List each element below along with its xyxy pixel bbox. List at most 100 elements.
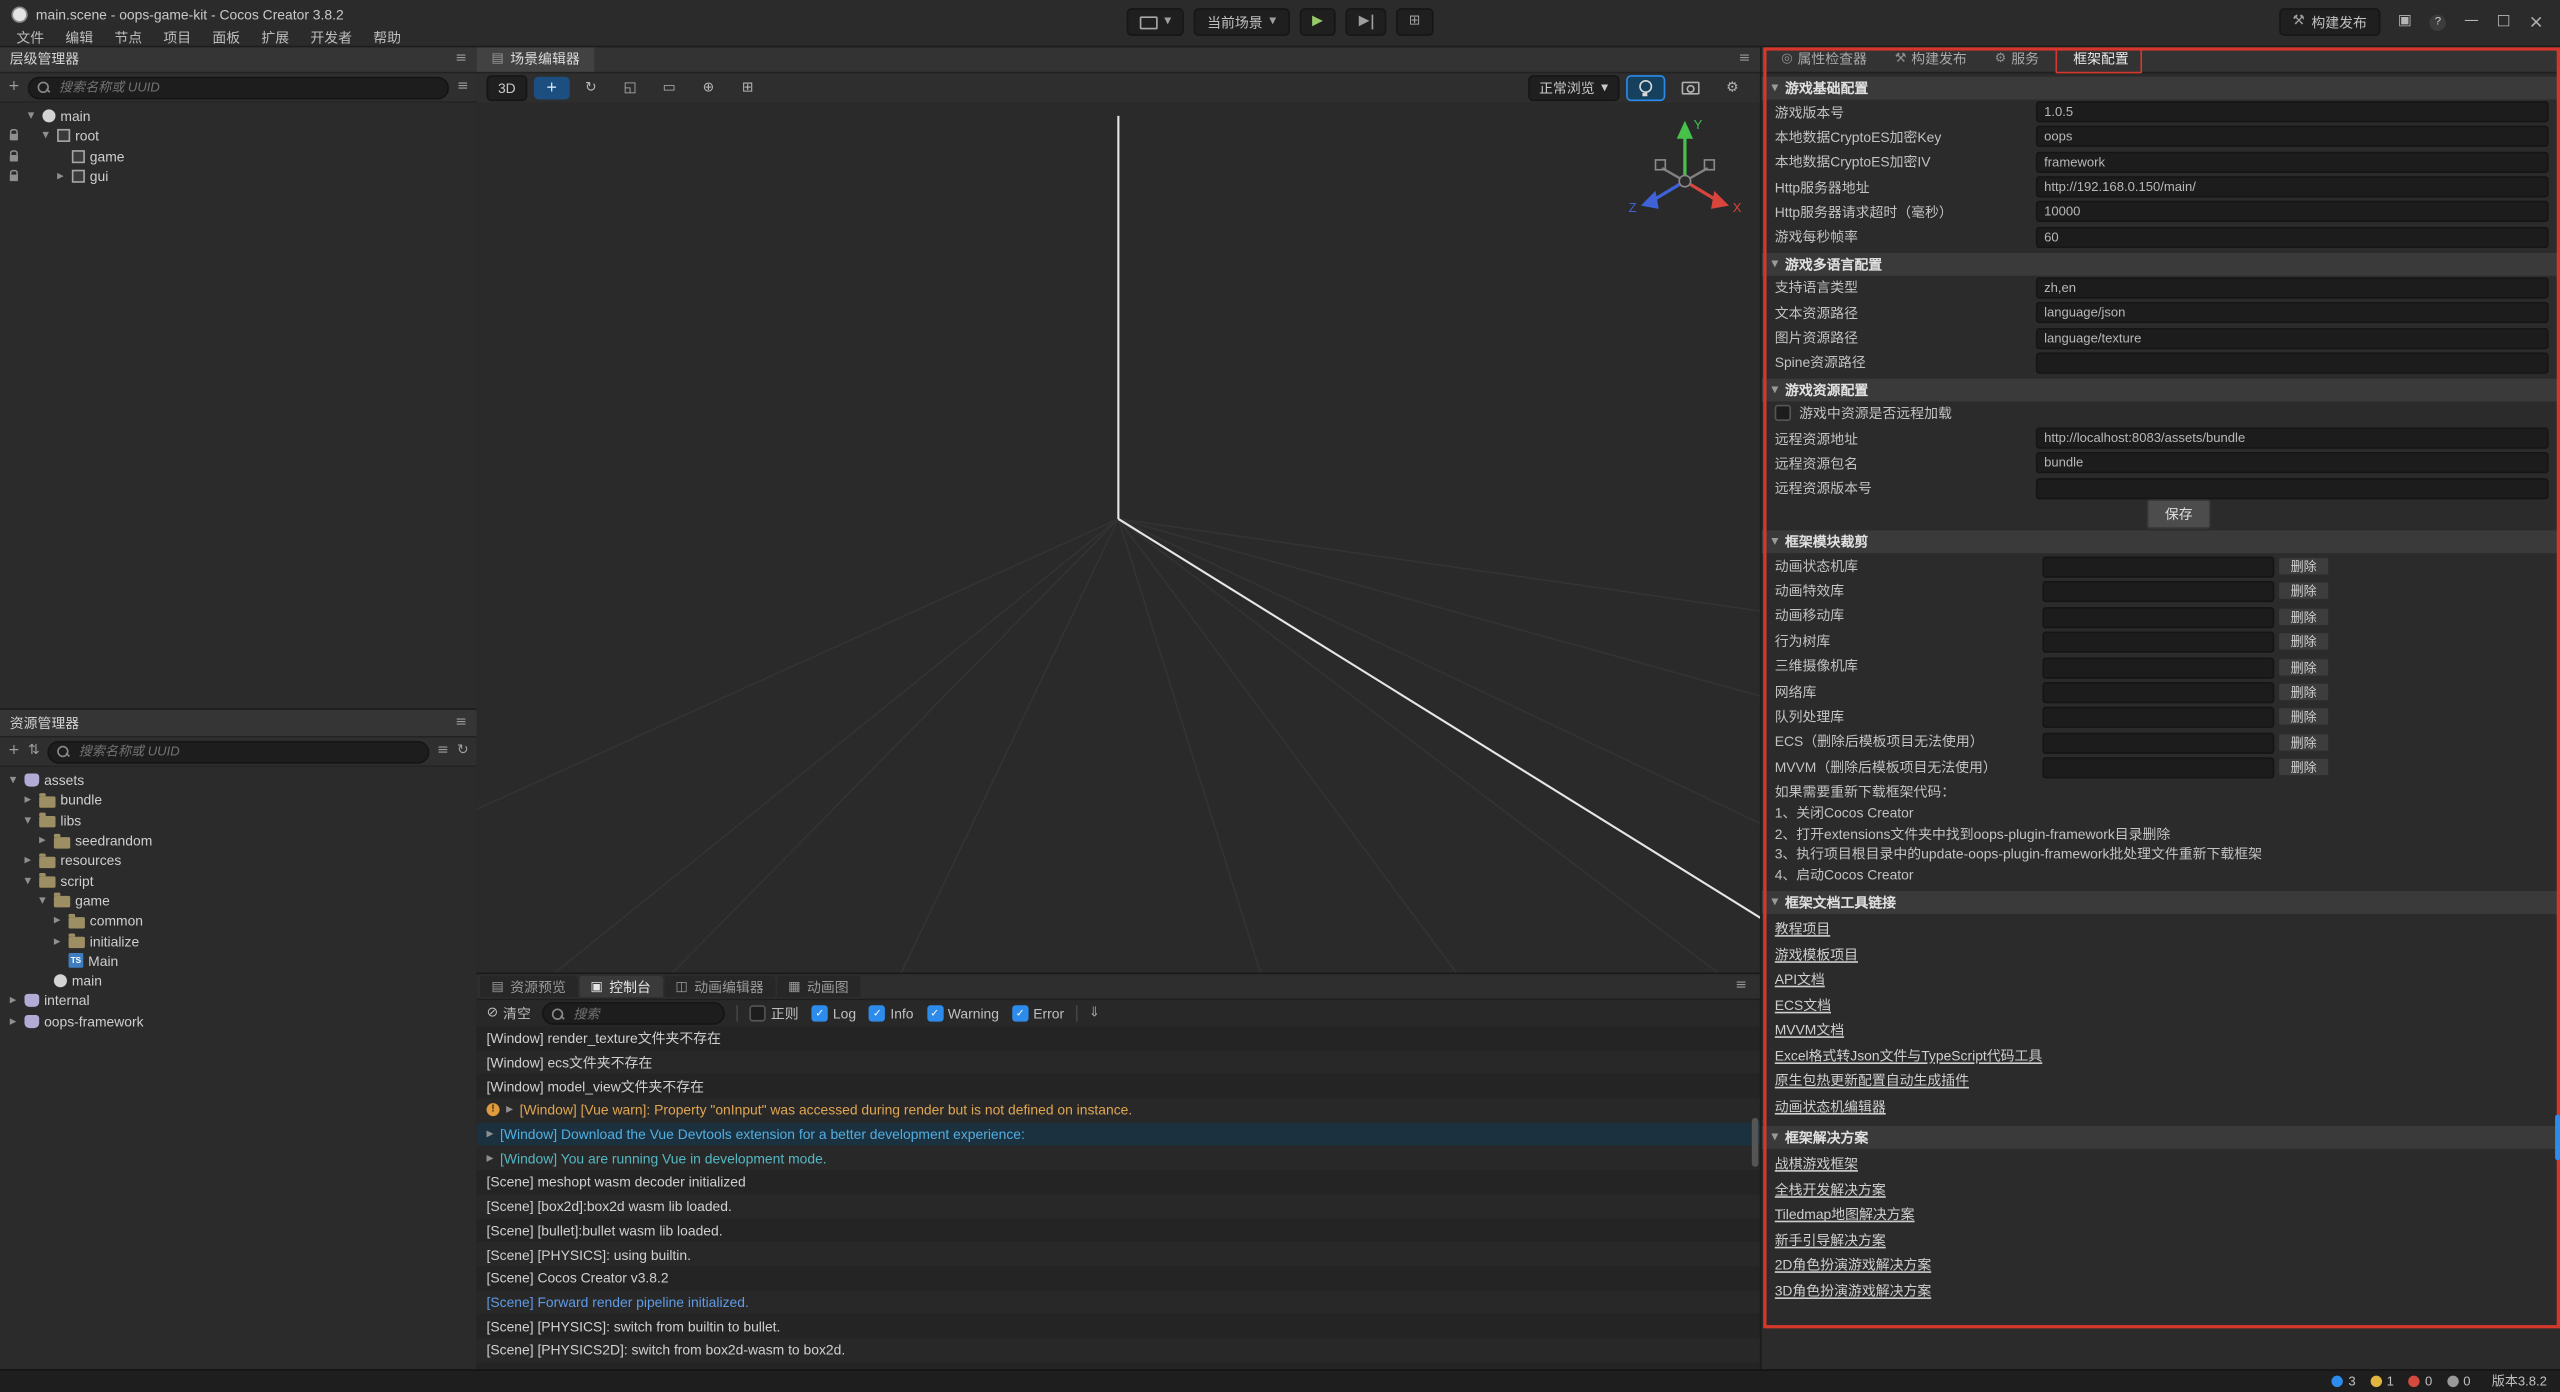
expand-arrow-icon[interactable]	[39, 130, 52, 143]
menu-item[interactable]: 面板	[203, 26, 250, 49]
expand-arrow-icon[interactable]	[21, 874, 34, 887]
doc-link[interactable]: API文档	[1775, 968, 2549, 993]
solution-link[interactable]: 新手引导解决方案	[1775, 1229, 2549, 1254]
filter-icon[interactable]	[457, 80, 469, 94]
expand-arrow-icon[interactable]	[21, 794, 34, 807]
log-row[interactable]: [Scene] meshopt wasm decoder initialized	[477, 1170, 1760, 1194]
delete-module-button[interactable]: 删除	[2278, 607, 2330, 627]
log-row[interactable]: [Window] model_view文件夹不存在	[477, 1074, 1760, 1098]
solution-link[interactable]: 3D角色扮演游戏解决方案	[1775, 1279, 2549, 1304]
solution-link[interactable]: Tiledmap地图解决方案	[1775, 1203, 2549, 1228]
asset-node[interactable]: main	[0, 971, 477, 991]
console-tab[interactable]: 控制台	[579, 976, 662, 997]
config-input[interactable]	[2036, 151, 2549, 172]
menu-item[interactable]: 扩展	[252, 26, 299, 49]
delete-module-button[interactable]: 删除	[2278, 707, 2330, 727]
delete-module-button[interactable]: 删除	[2278, 557, 2330, 577]
checkbox-icon[interactable]	[750, 1005, 766, 1021]
section-header-docs[interactable]: 框架文档工具链接	[1762, 892, 2560, 915]
delete-module-button[interactable]: 删除	[2278, 632, 2330, 652]
expand-arrow-icon[interactable]	[487, 1127, 494, 1141]
doc-link[interactable]: 原生包热更新配置自动生成插件	[1775, 1069, 2549, 1094]
expand-arrow-icon[interactable]	[7, 1015, 20, 1028]
expand-arrow-icon[interactable]	[51, 934, 64, 947]
collapse-arrow-icon[interactable]	[1771, 535, 1778, 549]
console-tab[interactable]: 动画编辑器	[664, 976, 775, 997]
panel-menu-icon[interactable]	[455, 52, 467, 66]
collapse-arrow-icon[interactable]	[1771, 383, 1778, 397]
view-mode-dropdown[interactable]: 正常浏览	[1528, 75, 1620, 101]
remote-load-checkbox[interactable]	[1775, 405, 1791, 421]
panel-menu-icon[interactable]	[1739, 52, 1751, 66]
step-button[interactable]	[1346, 8, 1386, 36]
close-button[interactable]	[2529, 13, 2544, 31]
build-publish-button[interactable]: 构建发布	[2279, 8, 2380, 36]
filter-checkbox[interactable]: Log	[812, 1004, 856, 1024]
log-row[interactable]: [Window] [Vue warn]: Property "onInput" …	[477, 1098, 1760, 1122]
section-header-basic[interactable]: 游戏基础配置	[1762, 77, 2560, 100]
inspector-tab[interactable]: 服务	[1983, 46, 2050, 72]
config-input[interactable]	[2036, 428, 2549, 449]
menu-item[interactable]: 项目	[154, 26, 201, 49]
solution-link[interactable]: 战棋游戏框架	[1775, 1153, 2549, 1178]
expand-arrow-icon[interactable]	[24, 110, 37, 123]
log-row[interactable]: [Window] ecs文件夹不存在	[477, 1050, 1760, 1074]
asset-node[interactable]: common	[0, 911, 477, 931]
inspector-tab[interactable]: 构建发布	[1883, 46, 1978, 72]
inspector-tab[interactable]: 属性检查器	[1770, 46, 1879, 72]
expand-arrow-icon[interactable]	[506, 1103, 513, 1117]
section-header-modules[interactable]: 框架模块裁剪	[1762, 530, 2560, 553]
scene-select-dropdown[interactable]: 当前场景	[1194, 8, 1289, 36]
config-input[interactable]	[2036, 453, 2549, 474]
config-input[interactable]	[2036, 226, 2549, 247]
config-input[interactable]	[2036, 327, 2549, 348]
help-icon[interactable]	[2430, 14, 2446, 30]
status-counter[interactable]: 1	[2370, 1374, 2394, 1389]
config-input[interactable]	[2036, 101, 2549, 122]
refresh-icon[interactable]	[457, 745, 469, 759]
filter-icon[interactable]	[437, 745, 449, 759]
scene-tool-button[interactable]	[730, 77, 766, 100]
asset-node[interactable]: bundle	[0, 790, 477, 810]
log-row[interactable]: [Scene] Cocos Creator v3.8.2	[477, 1266, 1760, 1290]
scene-tool-button[interactable]	[534, 77, 570, 100]
doc-link[interactable]: 游戏模板项目	[1775, 943, 2549, 968]
play-button[interactable]	[1299, 8, 1336, 36]
config-input[interactable]	[2036, 277, 2549, 298]
asset-node[interactable]: game	[0, 891, 477, 911]
menu-item[interactable]: 文件	[7, 26, 54, 49]
collapse-arrow-icon[interactable]	[1771, 81, 1778, 95]
filter-checkbox[interactable]: Warning	[927, 1004, 999, 1024]
delete-module-button[interactable]: 删除	[2278, 657, 2330, 677]
config-input[interactable]	[2036, 478, 2549, 499]
asset-node[interactable]: libs	[0, 810, 477, 830]
package-icon[interactable]	[2398, 15, 2412, 30]
lighting-toggle-button[interactable]	[1626, 75, 1665, 101]
expand-arrow-icon[interactable]	[487, 1151, 494, 1165]
asset-node[interactable]: Main	[0, 951, 477, 971]
export-log-icon[interactable]	[1089, 1006, 1101, 1020]
preview-platform-button[interactable]	[1127, 8, 1185, 36]
log-row[interactable]: [Scene] [PHYSICS]: switch from builtin t…	[477, 1314, 1760, 1338]
section-header-solutions[interactable]: 框架解决方案	[1762, 1127, 2560, 1150]
axis-gizmo[interactable]: Y X Z	[1623, 113, 1747, 237]
expand-arrow-icon[interactable]	[7, 774, 20, 787]
sort-assets-icon[interactable]	[28, 745, 40, 759]
delete-module-button[interactable]: 删除	[2278, 582, 2330, 602]
collapse-arrow-icon[interactable]	[1771, 257, 1778, 271]
scene-tool-button[interactable]	[573, 77, 609, 100]
expand-arrow-icon[interactable]	[36, 834, 49, 847]
expand-arrow-icon[interactable]	[54, 170, 67, 183]
panel-menu-icon[interactable]	[455, 716, 467, 730]
doc-link[interactable]: 教程项目	[1775, 918, 2549, 943]
checkbox-icon[interactable]	[869, 1005, 885, 1021]
solution-link[interactable]: 全栈开发解决方案	[1775, 1178, 2549, 1203]
scene-settings-button[interactable]	[1714, 77, 1750, 100]
hierarchy-node[interactable]: main	[0, 106, 477, 126]
config-input[interactable]	[2036, 126, 2549, 147]
console-tab[interactable]: 动画图	[777, 976, 860, 997]
asset-node[interactable]: oops-framework	[0, 1011, 477, 1031]
expand-arrow-icon[interactable]	[21, 814, 34, 827]
section-header-resource[interactable]: 游戏资源配置	[1762, 379, 2560, 402]
assets-search-input[interactable]	[76, 743, 420, 761]
